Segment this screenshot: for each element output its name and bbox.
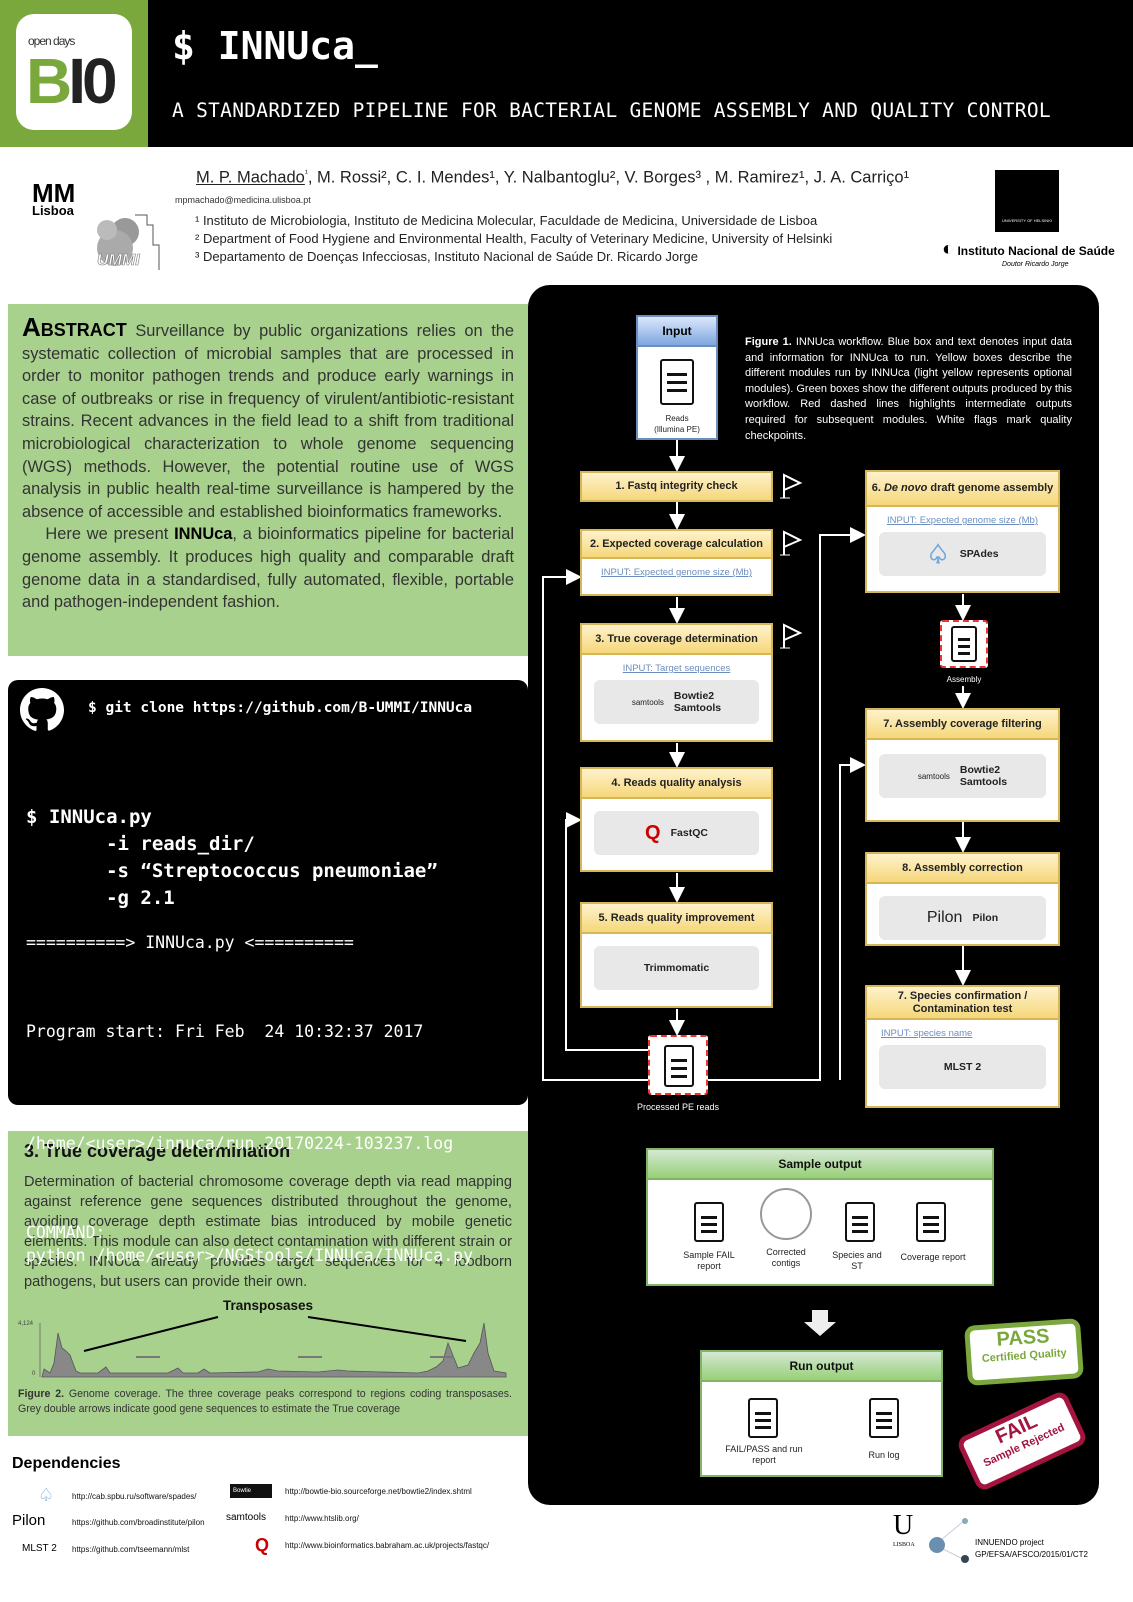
assembly-file-icon: [940, 620, 988, 668]
processed-reads-label: Processed PE reads: [636, 1102, 720, 1112]
ummi-logo: UMMI: [97, 214, 160, 270]
command-label: COMMAND:: [26, 1223, 106, 1242]
innuendo-logo: [929, 1518, 969, 1563]
pilon-link[interactable]: https://github.com/broadinstitute/pilon: [72, 1518, 205, 1527]
y-max-label: 4,124: [18, 1321, 34, 1327]
samtools-label: samtools: [226, 1512, 267, 1523]
module-de-novo-assembly: 6. De novo draft genome assembly INPUT: E…: [865, 470, 1060, 593]
mlst-link[interactable]: https://github.com/tseemann/mlst: [72, 1545, 189, 1554]
module-assembly-coverage-filtering: 7. Assembly coverage filtering samtools Bo…: [865, 708, 1060, 822]
mlst-label: MLST 2: [22, 1543, 57, 1554]
bowtie-logo: samtools: [631, 697, 664, 707]
logo-big-text: BI0: [26, 45, 118, 117]
innuendo-info: INNUENDO project GP/EFSA/AFSCO/2015/01/CT…: [975, 1538, 1088, 1559]
insa-logo: ◐ Instituto Nacional de Saúde Doutor Rica…: [942, 238, 1115, 268]
spades-link[interactable]: http://cab.spbu.ru/software/spades/: [72, 1492, 197, 1501]
helsinki-logo: UNIVERSITY OF HELSINKI: [995, 170, 1059, 232]
logfile-path: /home/<user>/innuca/run.20170224-103237.…: [26, 1134, 454, 1153]
module-assembly-correction: 8. Assembly correction Pilon Pilon: [865, 852, 1060, 946]
input-box: Input Reads (Illumina PE): [636, 315, 718, 440]
assembly-label: Assembly: [946, 675, 982, 684]
transposase-arrow-right: [307, 1316, 467, 1342]
svg-text:UMMI: UMMI: [97, 252, 140, 269]
abstract-paragraph-1: Surveillance by public organizations rel…: [22, 322, 514, 521]
ulisboa-logo: U LISBOA: [893, 1510, 915, 1548]
bowtie-link[interactable]: http://bowtie-bio.sourceforge.net/bowtie…: [285, 1487, 472, 1496]
input-title: Input: [638, 317, 716, 347]
abstract-section: Abstract Surveillance by public organiza…: [8, 304, 528, 656]
module-reads-quality-analysis: 4. Reads quality analysis Q FastQC: [580, 767, 773, 872]
contigs-circle-icon: [760, 1188, 812, 1240]
samtools-link[interactable]: http://www.htslib.org/: [285, 1514, 359, 1523]
command-text: python /home/<user>/NGStools/INNUca/INNU…: [26, 1246, 474, 1265]
imm-logo: MM Lisboa: [32, 178, 76, 218]
affiliation-3: ³ Departamento de Doenças Infecciosas, I…: [195, 249, 698, 264]
terminal-block: $ git clone https://github.com/B-UMMI/IN…: [8, 680, 528, 1265]
processed-reads-file-icon: [648, 1035, 708, 1095]
file-icon: [916, 1202, 946, 1242]
y-min-label: 0: [32, 1371, 36, 1377]
module-fastq-integrity: 1. Fastq integrity check: [580, 471, 773, 502]
abstract-heading: Abstract: [22, 312, 127, 342]
reads-file-icon: [660, 359, 694, 405]
git-clone-command[interactable]: $ git clone https://github.com/B-UMMI/IN…: [88, 700, 472, 716]
fastqc-icon: Q: [255, 1535, 270, 1555]
module-reads-quality-improvement: 5. Reads quality improvement Trimmomatic: [580, 902, 773, 1008]
transposase-arrow-left: [83, 1316, 219, 1352]
terminal-output: ==========> INNUca.py <========== Progra…: [26, 933, 474, 1265]
dependencies-title: Dependencies: [12, 1455, 121, 1472]
affiliation-2: ² Department of Food Hygiene and Environ…: [195, 231, 833, 246]
sample-output-box: Sample output Sample FAIL report Correct…: [646, 1148, 994, 1286]
fastqc-link[interactable]: http://www.bioinformatics.babraham.ac.uk…: [285, 1541, 489, 1550]
file-icon: [845, 1202, 875, 1242]
pilon-logo: Pilon: [926, 909, 963, 926]
module-expected-coverage: 2. Expected coverage calculation INPUT: E…: [580, 529, 773, 596]
spades-icon: ♤: [38, 1485, 55, 1505]
author-list: M. P. Machado¹, M. Rossi², C. I. Mendes¹…: [196, 168, 910, 187]
figure-1-caption: Figure 1. INNUca workflow. Blue box and …: [745, 336, 1072, 442]
file-icon: [869, 1398, 899, 1438]
bowtie-logo: samtools: [917, 771, 950, 781]
github-icon: [20, 688, 64, 731]
file-icon: [694, 1202, 724, 1242]
header-bar: $ INNUca_ A STANDARDIZED PIPELINE FOR BA…: [148, 0, 1133, 147]
fastqc-icon: Q: [645, 821, 661, 844]
pilon-logo: Pilon: [12, 1512, 46, 1529]
contact-email[interactable]: mpmachado@medicina.ulisboa.pt: [175, 195, 311, 205]
coverage-plot: 4,124 0: [18, 1316, 507, 1378]
coverage-area: [41, 1322, 507, 1378]
poster-title: $ INNUca_: [172, 24, 378, 68]
run-output-box: Run output FAIL/PASS and run report Run …: [700, 1350, 943, 1477]
module-species-confirmation: 7. Species confirmation / Contamination …: [865, 985, 1060, 1108]
reads-label: Reads (Illumina PE): [654, 414, 700, 434]
poster-subtitle: A STANDARDIZED PIPELINE FOR BACTERIAL GE…: [172, 99, 1051, 122]
spades-icon: ♤: [926, 538, 950, 569]
file-icon: [748, 1398, 778, 1438]
figure-2-caption: Figure 2. Genome coverage. The three cov…: [18, 1388, 512, 1415]
bowtie-logo: Bowtie: [230, 1484, 272, 1498]
pass-stamp: PASS Certified Quality: [964, 1318, 1084, 1386]
module-true-coverage: 3. True coverage determination INPUT: Tar…: [580, 623, 773, 742]
affiliation-1: ¹ Instituto de Microbiologia, Instituto …: [195, 213, 818, 228]
